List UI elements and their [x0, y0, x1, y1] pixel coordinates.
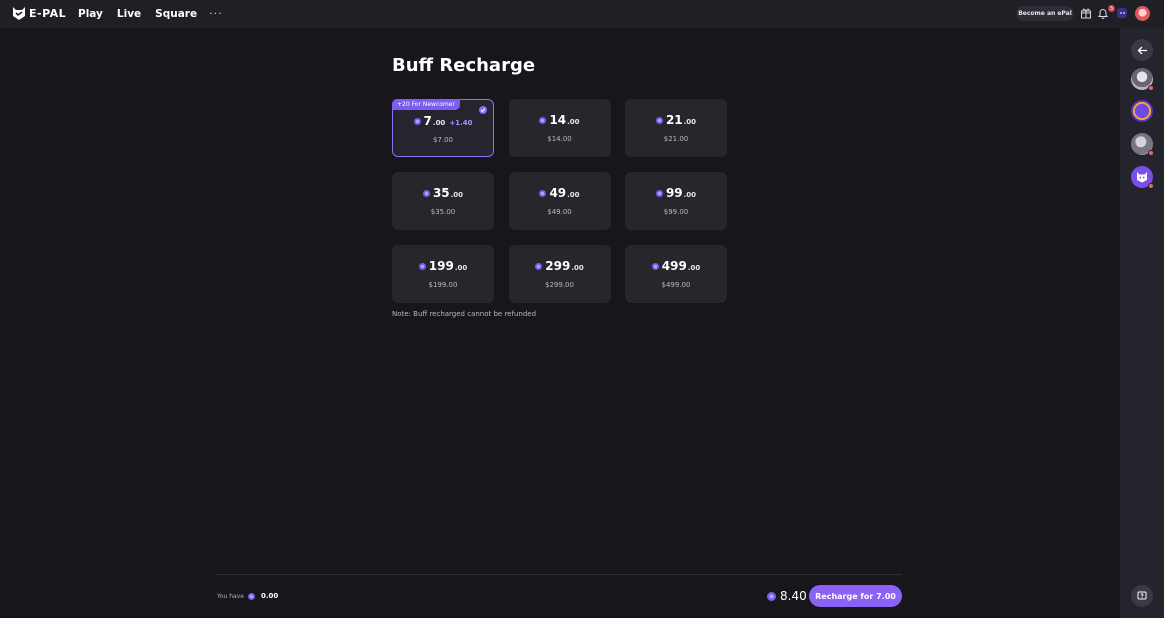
help-button[interactable]: [1131, 585, 1153, 607]
package-card[interactable]: 199.00 $199.00: [392, 245, 494, 303]
package-amount: 499.00: [625, 259, 727, 273]
package-amount-int: 35: [432, 186, 450, 200]
package-amount: 21.00: [625, 113, 727, 127]
check-icon: [479, 106, 487, 114]
logo[interactable]: E-PAL: [12, 6, 66, 21]
refund-note: Note: Buff recharged cannot be refunded: [392, 310, 537, 318]
package-card[interactable]: 299.00 $299.00: [508, 245, 611, 303]
package-amount-decimal: .00: [567, 118, 580, 126]
package-amount: 14.00: [509, 113, 611, 127]
package-price: $7.00: [432, 136, 454, 144]
coin-icon: [655, 189, 663, 197]
coin-icon: [651, 262, 659, 270]
package-amount: 7.00 +1.40: [393, 114, 493, 128]
package-amount-decimal: .00: [571, 264, 584, 272]
package-amount-decimal: .00: [454, 264, 468, 272]
package-card[interactable]: 21.00 $21.00: [625, 99, 727, 157]
coin-icon: [539, 116, 547, 124]
back-button[interactable]: [1131, 39, 1153, 61]
package-amount-decimal: .00: [567, 191, 580, 199]
recharge-button[interactable]: Recharge for 7.00: [809, 585, 902, 607]
package-amount-int: 299: [545, 259, 571, 273]
sidebar-avatar-2[interactable]: [1131, 100, 1153, 122]
package-price: $35.00: [430, 208, 456, 216]
ai-assistant-icon[interactable]: [1117, 8, 1127, 18]
package-amount: 49.00: [509, 186, 611, 200]
nav-live[interactable]: Live: [117, 8, 141, 20]
coin-icon: [418, 262, 426, 270]
package-amount-int: 49: [549, 186, 567, 200]
package-price: $21.00: [663, 135, 689, 143]
arrow-left-icon: [1137, 46, 1147, 54]
notification-badge: 3: [1108, 5, 1115, 12]
package-price: $299.00: [545, 281, 574, 289]
package-amount-decimal: .00: [683, 118, 697, 126]
total-value: 8.40: [780, 589, 807, 603]
package-card[interactable]: +20 For Newcomer 7.00 +1.40 $7.00: [392, 99, 494, 157]
coin-icon: [767, 591, 776, 601]
package-card[interactable]: 99.00 $99.00: [625, 172, 727, 230]
package-amount-decimal: .00: [432, 119, 446, 127]
footer-divider: [216, 574, 902, 575]
package-amount: 199.00: [392, 259, 494, 273]
become-epal-button[interactable]: Become an ePal: [1016, 6, 1074, 21]
package-price: $199.00: [428, 281, 458, 289]
package-price: $49.00: [547, 208, 572, 216]
package-amount: 299.00: [509, 259, 611, 273]
epal-bot-icon: [1137, 172, 1147, 183]
balance-label: You have: [217, 592, 244, 600]
newcomer-badge: +20 For Newcomer: [392, 99, 460, 110]
package-price: $499.00: [661, 281, 691, 289]
nav-square[interactable]: Square: [155, 8, 197, 20]
package-card[interactable]: 499.00 $499.00: [625, 245, 727, 303]
package-amount-decimal: .00: [687, 264, 701, 272]
coin-icon: [535, 262, 543, 270]
top-bar: E-PAL Play Live Square ··· Become an ePa…: [0, 0, 1164, 28]
logo-text: E-PAL: [29, 7, 67, 20]
package-card[interactable]: 49.00 $49.00: [508, 172, 611, 230]
package-amount: 35.00: [392, 186, 494, 200]
sidebar-avatar-4[interactable]: [1131, 166, 1154, 189]
user-avatar[interactable]: [1135, 6, 1150, 21]
package-amount-int: 199: [428, 259, 454, 273]
package-price: $99.00: [663, 208, 689, 216]
package-price: $14.00: [547, 135, 572, 143]
package-card[interactable]: 35.00 $35.00: [392, 172, 494, 230]
package-amount-decimal: .00: [683, 191, 697, 199]
package-amount-int: 7: [423, 114, 432, 128]
sidebar-avatar-3[interactable]: [1131, 133, 1154, 156]
help-icon: [1137, 591, 1147, 600]
coin-icon: [247, 592, 255, 600]
sidebar-avatar-1[interactable]: [1131, 68, 1154, 91]
coin-icon: [413, 117, 421, 125]
main-nav: Play Live Square ···: [78, 7, 223, 20]
balance-value: 0.00: [260, 592, 279, 600]
package-amount-int: 21: [665, 113, 683, 127]
total-amount: 8.40: [767, 589, 807, 603]
gift-icon[interactable]: [1080, 7, 1092, 19]
coin-icon: [422, 189, 430, 197]
nav-play[interactable]: Play: [78, 8, 103, 20]
package-amount: 99.00: [625, 186, 727, 200]
coin-icon: [655, 116, 663, 124]
balance-display: You have 0.00: [217, 592, 278, 600]
package-amount-int: 499: [661, 259, 687, 273]
page-title: Buff Recharge: [392, 55, 536, 76]
epal-logo-icon: [13, 7, 25, 20]
package-amount-decimal: .00: [450, 191, 464, 199]
package-bonus: +1.40: [449, 119, 473, 127]
package-amount-int: 14: [549, 113, 567, 127]
more-icon[interactable]: ···: [209, 7, 223, 20]
coin-icon: [539, 189, 547, 197]
package-amount-int: 99: [665, 186, 683, 200]
package-card[interactable]: 14.00 $14.00: [508, 99, 611, 157]
